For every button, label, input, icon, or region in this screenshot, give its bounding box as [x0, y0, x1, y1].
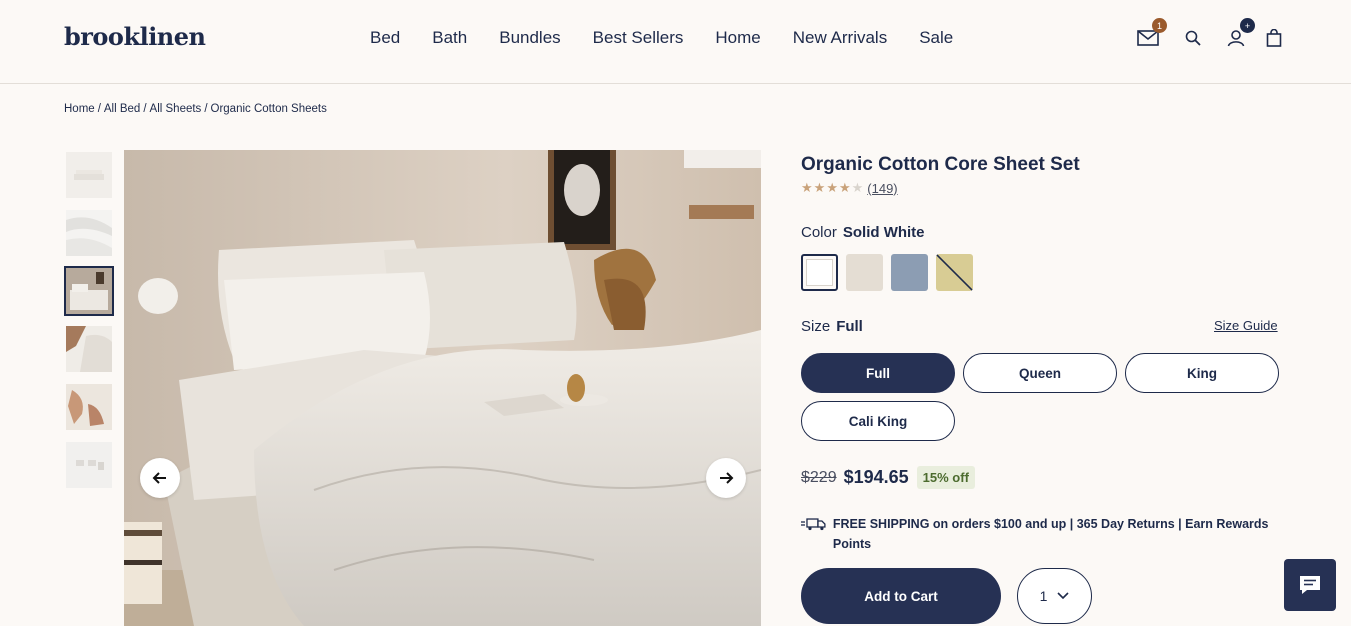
breadcrumb-all-bed[interactable]: All Bed [104, 103, 140, 115]
size-label: Size Full [801, 318, 863, 335]
color-swatches [801, 254, 973, 291]
mail-badge: 1 [1152, 18, 1167, 33]
nav-bed[interactable]: Bed [370, 28, 400, 48]
review-count-link[interactable]: (149) [867, 181, 897, 196]
breadcrumb-home[interactable]: Home [64, 103, 95, 115]
chat-icon [1300, 576, 1320, 594]
nav-bundles[interactable]: Bundles [499, 28, 560, 48]
account-badge: + [1240, 18, 1255, 33]
star-icon: ★ [826, 180, 838, 195]
selected-size: Full [836, 318, 863, 335]
swatch-blue[interactable] [891, 254, 928, 291]
product-main-image [124, 150, 761, 626]
star-icon: ★ [813, 180, 826, 195]
account-icon[interactable]: + [1222, 18, 1255, 52]
nav-bath[interactable]: Bath [432, 28, 467, 48]
swatch-striped[interactable] [936, 254, 973, 291]
nav-sale[interactable]: Sale [919, 28, 953, 48]
size-king-button[interactable]: King [1125, 353, 1279, 393]
site-header: brooklinen Bed Bath Bundles Best Sellers… [0, 0, 1351, 84]
star-icon: ★ [838, 180, 851, 195]
star-icon: ★ [801, 180, 813, 195]
original-price: $229 [801, 468, 837, 486]
header-icons: 1 + [1134, 18, 1294, 54]
color-label: Color Solid White [801, 224, 925, 241]
thumbnail-5[interactable] [64, 382, 114, 432]
thumbnail-2[interactable] [64, 208, 114, 258]
chat-button[interactable] [1284, 559, 1336, 611]
truck-icon [801, 518, 826, 531]
main-nav: Bed Bath Bundles Best Sellers Home New A… [370, 28, 985, 48]
arrow-left-icon [152, 472, 166, 484]
thumbnail-4[interactable] [64, 324, 114, 374]
swatch-cream[interactable] [846, 254, 883, 291]
chevron-down-icon [1057, 592, 1069, 600]
breadcrumb-current: Organic Cotton Sheets [210, 103, 327, 115]
next-image-button[interactable] [706, 458, 746, 498]
size-queen-button[interactable]: Queen [963, 353, 1117, 393]
nav-home[interactable]: Home [715, 28, 760, 48]
thumbnail-list [64, 150, 116, 498]
mail-icon[interactable]: 1 [1134, 18, 1167, 52]
shipping-info: FREE SHIPPING on orders $100 and up | 36… [801, 514, 1281, 554]
star-empty-icon: ★ [851, 180, 864, 195]
product-title: Organic Cotton Core Sheet Set [801, 154, 1080, 175]
size-guide-link[interactable]: Size Guide [1214, 318, 1278, 333]
price-row: $229 $194.65 15% off [801, 466, 975, 489]
discount-badge: 15% off [916, 466, 975, 489]
thumbnail-6[interactable] [64, 440, 114, 490]
nav-best-sellers[interactable]: Best Sellers [593, 28, 684, 48]
nav-new-arrivals[interactable]: New Arrivals [793, 28, 887, 48]
selected-color: Solid White [842, 224, 925, 241]
thumbnail-1[interactable] [64, 150, 114, 200]
shipping-text: FREE SHIPPING on orders $100 and up | 36… [832, 517, 1269, 551]
search-icon[interactable] [1179, 24, 1207, 52]
thumbnail-3[interactable] [64, 266, 114, 316]
brooklinen-logo[interactable]: brooklinen [64, 22, 206, 51]
prev-image-button[interactable] [140, 458, 180, 498]
size-full-button[interactable]: Full [801, 353, 955, 393]
breadcrumb-all-sheets[interactable]: All Sheets [150, 103, 202, 115]
bag-icon[interactable] [1260, 24, 1288, 52]
size-cali-king-button[interactable]: Cali King [801, 401, 955, 441]
breadcrumb: Home / All Bed / All Sheets / Organic Cotton S… [64, 103, 327, 115]
rating[interactable]: ★ ★ ★ ★ ★ (149) [801, 180, 898, 196]
arrow-right-icon [720, 472, 734, 484]
swatch-solid-white[interactable] [801, 254, 838, 291]
add-to-cart-button[interactable]: Add to Cart [801, 568, 1001, 624]
quantity-select[interactable]: 1 [1017, 568, 1092, 624]
quantity-value: 1 [1039, 588, 1048, 604]
sale-price: $194.65 [843, 467, 909, 487]
